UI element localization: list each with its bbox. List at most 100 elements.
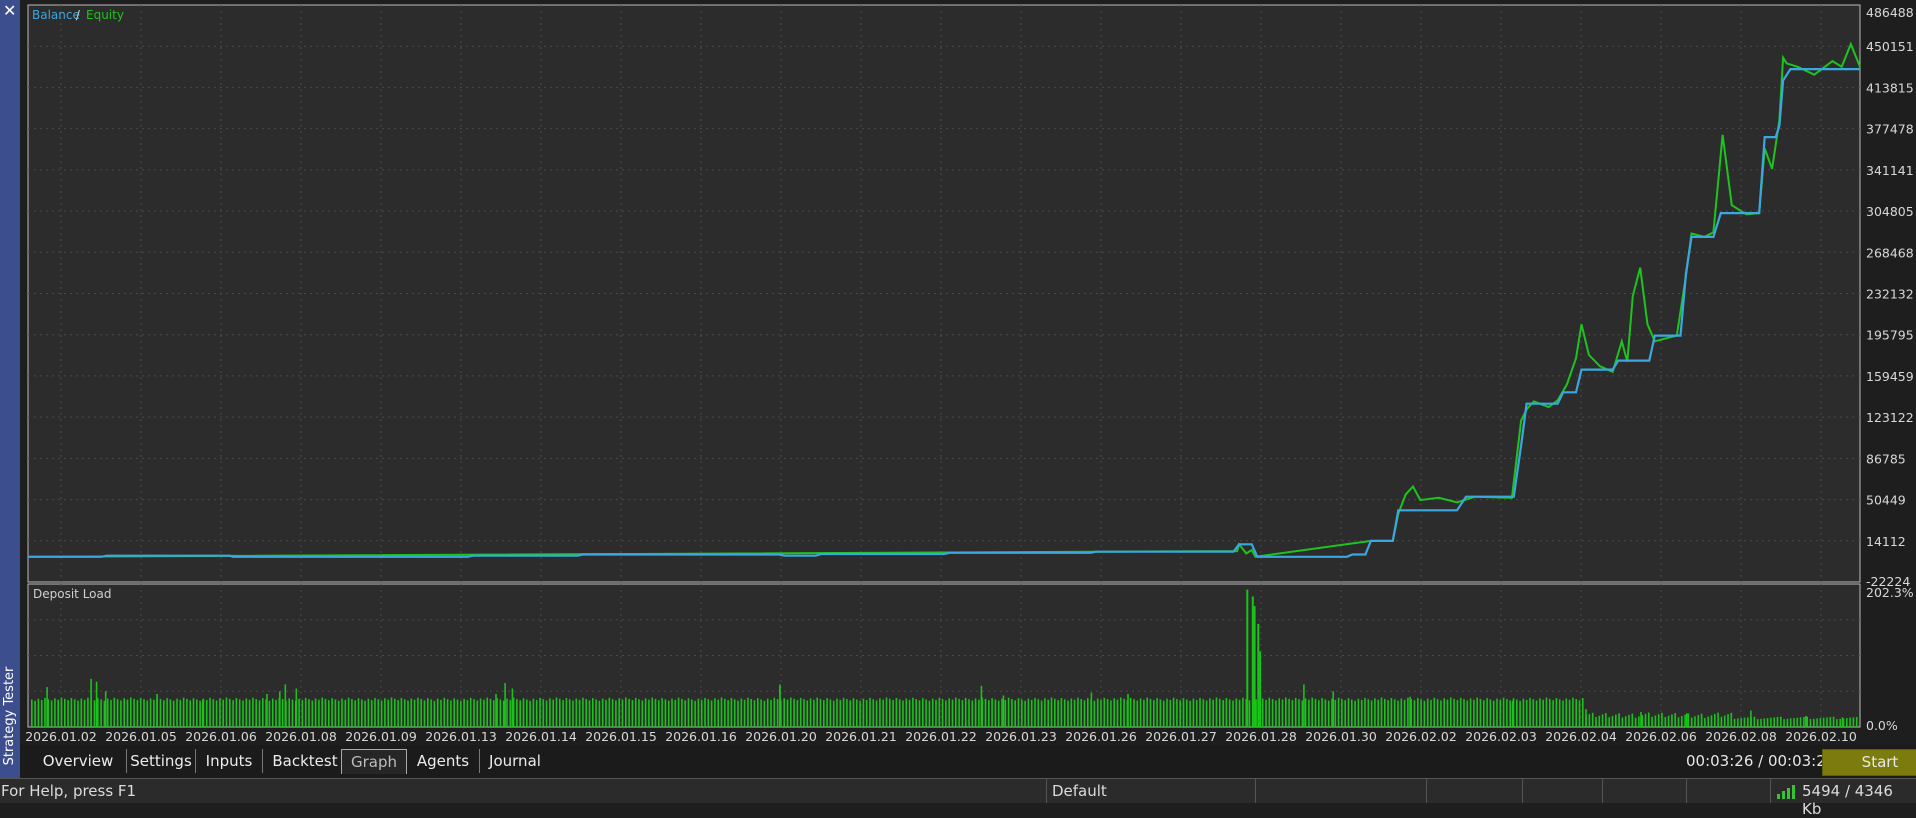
- deposit-load-bar: [615, 700, 617, 727]
- deposit-load-bar: [1819, 718, 1822, 727]
- deposit-load-bar: [1496, 698, 1498, 727]
- status-divider: [1770, 779, 1771, 803]
- deposit-load-bar: [740, 698, 743, 727]
- deposit-load-bar: [634, 697, 637, 727]
- deposit-load-bar: [1657, 714, 1660, 727]
- deposit-load-bar: [1238, 699, 1241, 727]
- deposit-load-bar: [380, 700, 383, 727]
- tab-agents[interactable]: Agents: [407, 749, 480, 773]
- deposit-load-bar: [1357, 698, 1360, 727]
- x-tick-label: 2026.01.14: [505, 729, 577, 744]
- x-tick-label: 2026.01.26: [1065, 729, 1137, 744]
- start-button[interactable]: Start: [1822, 749, 1916, 776]
- deposit-load-bar: [407, 700, 409, 727]
- deposit-load-bar: [1446, 699, 1449, 727]
- deposit-load-bar: [1450, 697, 1452, 727]
- deposit-load-bar: [1572, 697, 1574, 727]
- deposit-load-panel[interactable]: Deposit Load 202.3% 0.0%: [27, 583, 1914, 733]
- deposit-load-bar: [113, 697, 116, 727]
- deposit-load-bar: [1690, 717, 1693, 727]
- deposit-load-bar: [687, 698, 690, 727]
- deposit-load-bar: [370, 700, 373, 727]
- deposit-load-bar: [641, 700, 644, 727]
- deposit-load-bar: [281, 699, 284, 727]
- tab-backtest[interactable]: Backtest: [263, 749, 347, 773]
- deposit-load-spike: [1222, 700, 1225, 727]
- tab-inputs[interactable]: Inputs: [196, 749, 263, 773]
- y-tick-label: 159459: [1866, 369, 1914, 384]
- deposit-load-bar: [935, 699, 937, 727]
- x-tick-label: 2026.01.23: [985, 729, 1057, 744]
- deposit-load-bar: [1588, 714, 1591, 727]
- deposit-load-bar: [793, 698, 795, 727]
- deposit-load-bar: [1334, 699, 1337, 727]
- deposit-load-bar: [1037, 699, 1040, 727]
- tab-overview[interactable]: Overview: [30, 749, 127, 773]
- tab-journal[interactable]: Journal: [480, 749, 550, 773]
- deposit-load-spike: [1409, 696, 1411, 727]
- tab-graph[interactable]: Graph: [341, 749, 407, 774]
- deposit-load-bar: [1832, 716, 1835, 727]
- deposit-load-bar: [862, 698, 865, 727]
- deposit-load-bar: [219, 698, 221, 727]
- deposit-load-bar: [1809, 719, 1812, 727]
- deposit-load-bar: [1014, 700, 1016, 727]
- deposit-load-bar: [1615, 714, 1617, 727]
- deposit-load-bar: [433, 700, 436, 727]
- deposit-load-spike: [779, 684, 781, 727]
- deposit-load-bar: [499, 699, 502, 727]
- deposit-load-bar: [1067, 700, 1069, 727]
- deposit-load-bar: [816, 697, 818, 727]
- deposit-load-bar: [1212, 699, 1214, 727]
- deposit-load-bar: [1070, 698, 1073, 727]
- deposit-load-bar: [519, 700, 521, 727]
- deposit-load-bar: [1384, 698, 1386, 727]
- deposit-load-bar: [44, 697, 46, 727]
- deposit-load-bar: [1786, 718, 1789, 727]
- deposit-load-bar: [199, 700, 201, 727]
- deposit-load-bar: [559, 698, 561, 727]
- deposit-load-bar: [341, 698, 343, 727]
- deposit-load-bar: [502, 700, 505, 727]
- deposit-load-bar: [1116, 699, 1119, 727]
- deposit-load-bar: [453, 698, 455, 727]
- x-tick-label: 2026.01.20: [745, 729, 817, 744]
- deposit-load-bar: [215, 700, 218, 727]
- deposit-load-bar: [1565, 698, 1568, 727]
- deposit-load-bar: [489, 698, 492, 727]
- deposit-load-bar: [1776, 717, 1779, 727]
- deposit-load-bar: [1733, 718, 1736, 727]
- deposit-load-bar: [479, 698, 482, 727]
- deposit-load-bar: [790, 697, 792, 727]
- deposit-load-bar: [1852, 717, 1855, 727]
- deposit-load-bar: [1634, 717, 1637, 727]
- deposit-load-bar: [136, 700, 139, 727]
- deposit-load-bar: [1753, 716, 1756, 727]
- deposit-load-bar: [1393, 699, 1396, 727]
- deposit-load-bar: [1146, 697, 1148, 727]
- x-tick-label: 2026.01.22: [905, 729, 977, 744]
- tab-settings[interactable]: Settings: [127, 749, 196, 773]
- deposit-load-bar: [879, 698, 881, 727]
- deposit-load-bar: [710, 700, 713, 727]
- deposit-load-bar: [377, 699, 380, 727]
- deposit-load-spike: [1332, 691, 1334, 727]
- deposit-load-bar: [1113, 698, 1115, 727]
- deposit-load-bar: [1261, 698, 1264, 727]
- deposit-load-bar: [176, 698, 178, 727]
- deposit-load-bar: [1087, 698, 1089, 727]
- deposit-load-bar: [1492, 700, 1495, 727]
- deposit-load-bar: [1545, 697, 1548, 727]
- deposit-load-bar: [1582, 698, 1584, 727]
- deposit-load-bar: [1044, 698, 1046, 727]
- deposit-load-bar: [120, 700, 122, 727]
- deposit-load-bar: [1186, 699, 1188, 727]
- deposit-load-bar: [852, 698, 855, 727]
- deposit-load-bar: [631, 700, 634, 727]
- deposit-load-bar: [1707, 716, 1709, 727]
- balance-equity-panel[interactable]: 486488 450151 413815 377478 341141 304805 2684…: [27, 4, 1914, 589]
- deposit-load-bar: [1631, 713, 1634, 727]
- deposit-load-bar: [786, 699, 789, 727]
- deposit-load-spike: [1257, 623, 1260, 727]
- deposit-load-bar: [961, 700, 964, 727]
